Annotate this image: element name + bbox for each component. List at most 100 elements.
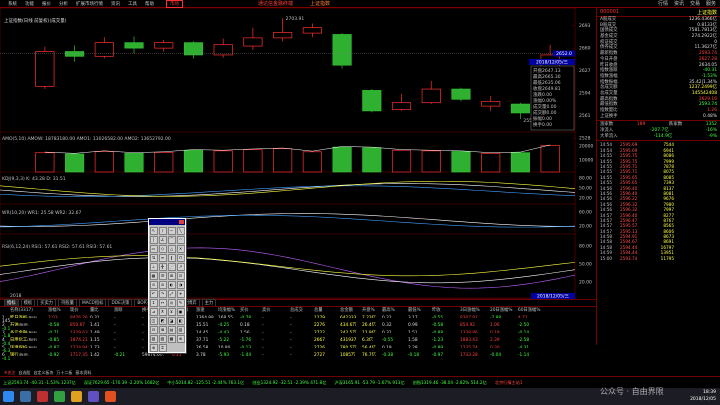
table-row[interactable]: 4日用化工(板块)-0.851874.211.15--1.2737.71-5.2… <box>0 337 596 345</box>
taskbar-app-icon[interactable] <box>54 391 65 402</box>
drawing-tool-icon[interactable]: ⊕ <box>176 335 185 343</box>
drawing-tool-icon[interactable]: ↖ <box>149 227 158 235</box>
drawing-tool-icon[interactable]: ⌒ <box>167 236 176 244</box>
drawing-tool-icon[interactable]: ↶ <box>149 290 158 298</box>
taskbar-app-icon[interactable] <box>71 391 82 402</box>
drawing-tool-icon[interactable]: ╲ <box>176 227 185 235</box>
column-header[interactable] <box>2 307 10 315</box>
drawing-tool-icon[interactable]: ▦ <box>149 272 158 280</box>
menu-extended-market[interactable]: 扩展市场行情 <box>76 1 103 7</box>
drawing-tool-icon[interactable]: ✕ <box>176 245 185 253</box>
column-header[interactable]: 总金额 <box>340 307 362 315</box>
column-header[interactable]: 总成交 <box>290 307 314 315</box>
menu-system[interactable]: 系统 <box>8 1 17 7</box>
drawing-tool-icon[interactable]: ◩ <box>158 317 167 325</box>
drawing-tool-icon[interactable]: ⤢ <box>167 290 176 298</box>
chart-area[interactable]: 上证指数(日线 前复权)(成交量) 2693 2660 2627 2594 2561 25… <box>0 8 596 308</box>
drawing-tool-icon[interactable]: ◑ <box>176 281 185 289</box>
tab-news[interactable]: 资讯 <box>674 0 684 7</box>
drawing-tool-icon[interactable]: ▨ <box>158 335 167 343</box>
drawing-tool-icon[interactable]: ⊘ <box>158 281 167 289</box>
drawing-tool-icon[interactable]: ⊿ <box>149 308 158 316</box>
windows-start-icon[interactable] <box>3 391 14 402</box>
drawing-tool-icon[interactable]: ∥ <box>167 254 176 262</box>
drawing-tool-icon[interactable]: ↔ <box>158 299 167 307</box>
taskbar-app-icon[interactable] <box>105 391 116 402</box>
menu-help[interactable]: 帮助 <box>145 1 154 7</box>
column-header[interactable]: 涨速 <box>196 307 218 315</box>
kline-chart[interactable]: 2693266026272594256125282703.912556.3226… <box>0 8 596 299</box>
drawing-tool-icon[interactable]: ☰ <box>158 272 167 280</box>
drawing-tool-icon[interactable]: ▭ <box>149 245 158 253</box>
drawing-tool-icon[interactable]: ▧ <box>149 335 158 343</box>
drawing-tool-icon[interactable]: ▣ <box>176 308 185 316</box>
candle-body[interactable] <box>94 42 114 57</box>
table-row[interactable]: 1昨日连板(板块)2.038476.260.31--8.271364.88168… <box>0 315 596 323</box>
column-header[interactable]: 涨跌 <box>114 307 142 315</box>
drawing-tool-icon[interactable]: ✎ <box>176 299 185 307</box>
table-row[interactable]: 2石油(板块)-0.58850.671.41--0.1415.51-4.250.… <box>0 322 596 330</box>
drawing-tool-icon[interactable]: ↗ <box>176 263 185 271</box>
candle-body[interactable] <box>451 88 471 100</box>
close-icon[interactable] <box>179 220 184 224</box>
drawing-tool-icon[interactable]: ◎ <box>167 299 176 307</box>
tab-service[interactable]: 服务 <box>706 0 716 7</box>
column-header[interactable]: 总量 <box>314 307 340 315</box>
drawing-tool-icon[interactable]: ⊗ <box>149 344 158 352</box>
drawing-tool-icon[interactable]: ◧ <box>176 317 185 325</box>
drawing-tool-icon[interactable]: ◪ <box>167 317 176 325</box>
candle-body[interactable] <box>243 37 263 47</box>
drawing-tool-icon[interactable]: ─ <box>167 227 176 235</box>
column-header[interactable]: 开盘% <box>362 307 382 315</box>
drawing-tool-icon[interactable]: ◫ <box>149 317 158 325</box>
candle-body[interactable] <box>183 42 204 56</box>
drawing-tool-icon[interactable]: ⋰ <box>167 263 176 271</box>
column-header[interactable]: 3日涨幅% <box>460 307 490 315</box>
drawing-tool-icon[interactable]: ⊟ <box>149 326 158 334</box>
tab-quote[interactable]: 行情 <box>658 0 668 7</box>
drawing-tools-palette[interactable]: ↖ ∕ ─ ╲ │ ∠ ⌒ ◠ ▭ ◇ △ ✕ ⇅ ≡ ∥ ⊓ ⊥ ╬ ⋰ ↗ ▦ ☰ ⊞ ⊡ ⊙ ⊘ ◐ ◑ ↶ ↷ ⤢ ⌖ ↕ ↔ ◎ ✎ ⊿ ⊼ ⊻ ▣… <box>148 218 186 353</box>
drawing-tool-icon[interactable]: △ <box>167 245 176 253</box>
column-header[interactable]: 最高% <box>382 307 408 315</box>
drawing-tool-icon[interactable]: ⊙ <box>149 281 158 289</box>
drawing-tool-icon[interactable]: ∠ <box>158 236 167 244</box>
menu-quote[interactable]: 报价 <box>42 1 51 7</box>
market-button[interactable]: 市场 <box>166 0 183 8</box>
drawing-tool-icon[interactable]: ⊼ <box>158 308 167 316</box>
menu-tools[interactable]: 工具 <box>128 1 137 7</box>
drawing-tool-icon[interactable]: ⊥ <box>149 263 158 271</box>
candle-body[interactable] <box>124 42 144 49</box>
candle-body[interactable] <box>421 88 441 104</box>
drawing-tool-icon[interactable]: ⇅ <box>149 254 158 262</box>
column-header[interactable]: 均涨幅% <box>218 307 240 315</box>
drawing-tool-icon[interactable]: ╬ <box>158 263 167 271</box>
drawing-tool-icon[interactable]: ⌗ <box>158 344 167 352</box>
menu-news[interactable]: 资讯 <box>111 1 120 7</box>
column-header[interactable]: 买价 <box>240 307 262 315</box>
taskbar-app-icon[interactable] <box>88 391 99 402</box>
candle-body[interactable] <box>154 42 174 49</box>
drawing-tool-icon[interactable]: ◇ <box>158 245 167 253</box>
candle-body[interactable] <box>65 51 85 57</box>
candle-body[interactable] <box>302 27 322 34</box>
column-header[interactable]: 20日涨幅% <box>490 307 518 315</box>
drawing-tool-icon[interactable]: ▤ <box>167 326 176 334</box>
drawing-tool-icon[interactable]: ⌖ <box>176 290 185 298</box>
tick-list[interactable]: 14:54 2595.69 7544 14:54 2595.69 6941 14:55 259… <box>597 142 720 261</box>
candle-body[interactable] <box>510 103 530 114</box>
drawing-tool-icon[interactable]: ↕ <box>149 299 158 307</box>
column-header[interactable]: 昨收 <box>432 307 460 315</box>
table-row[interactable]: 6 银行(板块) -0.92 1717.35 1.42 -0.21 59874.0亿 0.21… <box>0 352 596 360</box>
drawing-tool-icon[interactable]: ▥ <box>176 326 185 334</box>
menu-analysis[interactable]: 分析 <box>59 1 68 7</box>
table-row[interactable]: 3多元金融(板块)-0.711329.631.49--0.6814.45-4.4… <box>0 330 596 338</box>
candle-body[interactable] <box>481 100 501 107</box>
drawing-tool-icon[interactable]: ▩ <box>167 335 176 343</box>
drawing-tool-icon[interactable]: ◠ <box>176 236 185 244</box>
drawing-tool-icon[interactable]: │ <box>149 236 158 244</box>
column-header[interactable]: 卖价 <box>262 307 290 315</box>
candle-body[interactable] <box>362 90 382 112</box>
candle-body[interactable] <box>35 51 55 87</box>
taskbar-app-icon[interactable] <box>37 391 48 402</box>
table-row[interactable]: 5环境保护(板块)-0.871224.941.73--1.8426.5810.8… <box>0 345 596 353</box>
